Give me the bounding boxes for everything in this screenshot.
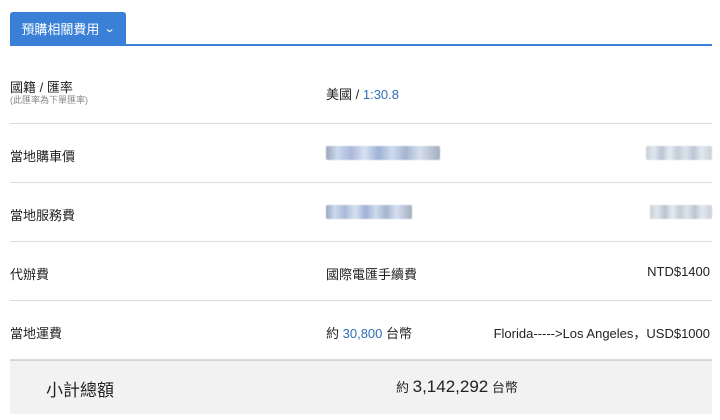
row-service-fee: 當地服務費 xyxy=(10,183,712,242)
tab-underline xyxy=(10,44,712,46)
subtotal-row: 小計總額 約 3,142,292 台幣 xyxy=(10,360,712,414)
car-price-label: 當地購車價 xyxy=(10,149,76,164)
agency-fee-desc: 國際電匯手續費 xyxy=(326,267,418,282)
nationality-value: 美國 / 1:30.8 xyxy=(326,84,399,103)
shipping-unit: 台幣 xyxy=(382,326,413,341)
row-car-price: 當地購車價 xyxy=(10,124,712,183)
shipping-route: Florida----->Los Angeles，USD$1000 xyxy=(493,326,710,341)
row-shipping: 當地運費 約 30,800 台幣 Florida----->Los Angele… xyxy=(10,301,712,360)
blurred-car-price-amount xyxy=(646,146,712,160)
row-agency-fee: 代辦費 國際電匯手續費 NTD$1400 xyxy=(10,242,712,301)
shipping-label: 當地運費 xyxy=(10,326,63,341)
shipping-amount: 30,800 xyxy=(342,326,383,341)
blurred-service-fee xyxy=(326,205,412,219)
subtotal-unit: 台幣 xyxy=(488,380,518,395)
agency-fee-label: 代辦費 xyxy=(10,267,50,282)
subtotal-amount: 3,142,292 xyxy=(412,377,489,396)
separator: / xyxy=(352,87,363,102)
tab-label: 預購相關費用 xyxy=(21,22,100,37)
shipping-prefix: 約 xyxy=(326,326,343,341)
shipping-value: 約 30,800 台幣 xyxy=(326,323,412,342)
blurred-car-price xyxy=(326,146,440,160)
service-fee-label: 當地服務費 xyxy=(10,208,76,223)
tab-bar: 預購相關費用 ⌄ xyxy=(0,0,720,46)
exchange-rate: 1:30.8 xyxy=(362,87,400,102)
rate-note: (此匯率為下單匯率) xyxy=(10,95,88,105)
country: 美國 xyxy=(326,87,353,102)
tab-purchase-fees[interactable]: 預購相關費用 ⌄ xyxy=(10,12,126,45)
row-nationality: 國籍 / 匯率 (此匯率為下單匯率) 美國 / 1:30.8 xyxy=(10,65,712,124)
subtotal-label: 小計總額 xyxy=(46,381,114,400)
blurred-service-fee-amount xyxy=(650,205,712,219)
chevron-down-icon: ⌄ xyxy=(104,23,116,35)
subtotal-prefix: 約 xyxy=(396,380,413,395)
subtotal-value: 約 3,142,292 台幣 xyxy=(396,377,518,397)
agency-fee-amount: NTD$1400 xyxy=(647,264,710,279)
